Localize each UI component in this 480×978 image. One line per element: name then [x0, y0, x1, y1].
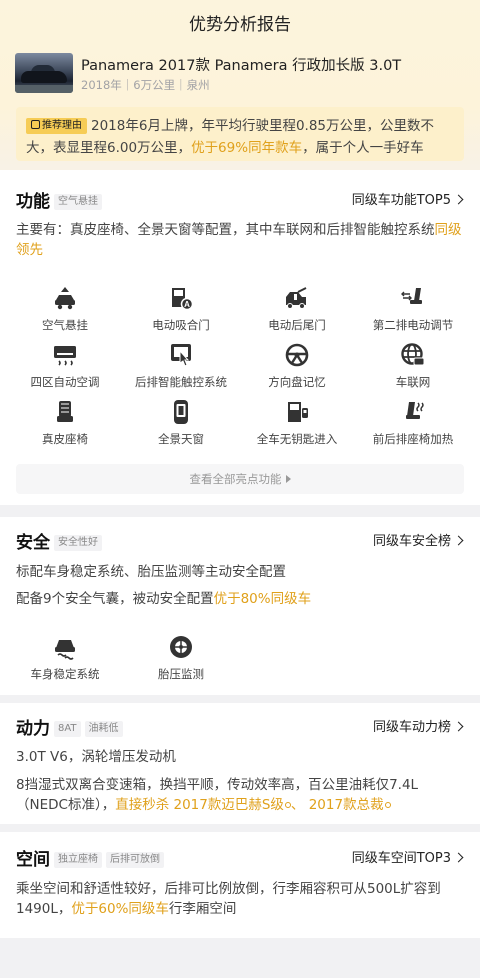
feature-soft-close-door[interactable]: A 电动吸合门 — [121, 285, 241, 333]
space-desc: 乘坐空间和舒适性较好，后排可比例放倒，行李厢容积可从500L扩容到1490L，优… — [16, 881, 441, 917]
feature-heated-seat[interactable]: 前后排座椅加热 — [353, 399, 473, 447]
feature-stability-control[interactable]: 车身稳定系统 — [5, 634, 125, 682]
chevron-right-icon — [453, 535, 464, 546]
page-title: 优势分析报告 — [189, 15, 291, 35]
soft-close-door-icon: A — [172, 288, 194, 311]
car-summary[interactable]: Panamera 2017款 Panamera 行政加长版 3.0T 2018年… — [15, 53, 465, 93]
feature-label: 电动后尾门 — [268, 318, 326, 332]
feature-label: 电动吸合门 — [152, 318, 210, 332]
recommend-highlight: 优于69%同年款车 — [191, 140, 303, 156]
keyless-door-icon — [288, 402, 308, 422]
space-section: 空间 独立座椅 后排可放倒 同级车空间TOP3 乘坐空间和舒适性较好，后排可比例放倒… — [0, 832, 480, 938]
tire-pressure-icon — [170, 636, 192, 658]
caret-right-icon — [285, 475, 291, 483]
view-all-features-button[interactable]: 查看全部亮点功能 — [16, 464, 464, 494]
recommend-badge: 推荐理由 — [26, 118, 87, 134]
feature-touch-control[interactable]: 后排智能触控系统 — [121, 342, 241, 390]
feature-label: 第二排电动调节 — [372, 318, 454, 332]
feature-leather-seat[interactable]: 真皮座椅 — [5, 399, 125, 447]
power-title: 动力 8AT 油耗低 — [16, 714, 123, 739]
feature-air-suspension[interactable]: 空气悬挂 — [5, 285, 125, 333]
space-tag-seats: 独立座椅 — [54, 852, 102, 868]
leather-seat-icon — [57, 401, 73, 422]
feature-label: 全景天窗 — [158, 432, 204, 446]
feature-label: 全车无钥匙进入 — [256, 432, 338, 446]
recommend-text-tail: ，属于个人一手好车 — [302, 140, 424, 156]
power-tailgate-icon — [286, 287, 307, 309]
function-tag: 空气悬挂 — [54, 194, 102, 210]
touch-control-icon — [171, 344, 191, 367]
globe-icon — [401, 343, 425, 366]
power-section: 动力 8AT 油耗低 同级车动力榜 3.0T V6，涡轮增压发动机 8挡湿式双离合变… — [0, 703, 480, 824]
stability-icon — [55, 640, 75, 660]
safety-line-1: 标配车身稳定系统、胎压监测等主动安全配置 — [16, 564, 286, 580]
safety-section: 安全 安全性好 同级车安全榜 标配车身稳定系统、胎压监测等主动安全配置 配备9个安… — [0, 517, 480, 695]
climate-icon — [54, 346, 76, 366]
feature-label: 车联网 — [395, 375, 431, 389]
function-title: 功能 空气悬挂 — [16, 187, 102, 212]
chevron-right-icon — [453, 194, 464, 205]
space-title: 空间 独立座椅 后排可放倒 — [16, 845, 164, 870]
feature-tire-pressure[interactable]: 胎压监测 — [121, 634, 241, 682]
function-section: 功能 空气悬挂 同级车功能TOP5 主要有：真皮座椅、全景天窗等配置，其中车联网和… — [0, 170, 480, 505]
heated-seat-icon — [406, 402, 424, 419]
feature-label: 胎压监测 — [158, 667, 204, 681]
compare-link-quattroporte[interactable]: 2017款总裁 — [309, 797, 391, 813]
chevron-right-icon — [453, 852, 464, 863]
power-tag-transmission: 8AT — [54, 721, 81, 737]
feature-label: 方向盘记忆 — [268, 375, 326, 389]
space-tag-fold: 后排可放倒 — [106, 852, 164, 868]
safety-line-2: 配备9个安全气囊，被动安全配置优于80%同级车 — [16, 591, 312, 607]
car-thumbnail — [15, 53, 73, 93]
steering-wheel-icon — [285, 343, 309, 367]
feature-label: 后排智能触控系统 — [135, 375, 227, 389]
feature-label: 前后排座椅加热 — [372, 432, 454, 446]
feature-sunroof[interactable]: 全景天窗 — [121, 399, 241, 447]
feature-second-row-seat[interactable]: 第二排电动调节 — [353, 285, 473, 333]
feature-connected-car[interactable]: 车联网 — [353, 342, 473, 390]
recommend-reason-box: 推荐理由 2018年6月上牌，年平均行驶里程0.85万公里，公里数不大，表显里程6… — [16, 107, 464, 161]
chevron-right-icon — [453, 721, 464, 732]
feature-label: 空气悬挂 — [42, 318, 88, 332]
search-icon — [384, 802, 391, 808]
power-tag-economy: 油耗低 — [84, 721, 123, 737]
feature-steering-memory[interactable]: 方向盘记忆 — [237, 342, 357, 390]
thumbs-up-icon — [31, 120, 40, 129]
compare-link-maybach[interactable]: 直接秒杀 2017款迈巴赫S级 — [115, 797, 291, 813]
feature-climate[interactable]: 四区自动空调 — [5, 342, 125, 390]
svg-text:A: A — [184, 300, 190, 309]
safety-ranking-link[interactable]: 同级车安全榜 — [373, 530, 464, 549]
feature-label: 真皮座椅 — [42, 432, 88, 446]
car-name: Panamera 2017款 Panamera 行政加长版 3.0T — [81, 58, 402, 74]
feature-label: 车身稳定系统 — [30, 667, 100, 681]
feature-power-tailgate[interactable]: 电动后尾门 — [237, 285, 357, 333]
car-meta: 2018年｜6万公里｜泉州 — [81, 78, 210, 92]
sunroof-icon — [174, 400, 188, 424]
space-top3-link[interactable]: 同级车空间TOP3 — [352, 847, 464, 866]
safety-tag: 安全性好 — [54, 535, 102, 551]
feature-label: 四区自动空调 — [30, 375, 100, 389]
function-desc: 主要有：真皮座椅、全景天窗等配置，其中车联网和后排智能触控系统同级领先 — [16, 222, 462, 258]
safety-title: 安全 安全性好 — [16, 528, 102, 553]
recommend-text: 推荐理由 2018年6月上牌，年平均行驶里程0.85万公里，公里数不大，表显里程6… — [26, 115, 456, 159]
air-suspension-icon — [55, 287, 75, 310]
power-line-2: 8挡湿式双离合变速箱，换挡平顺，传动效率高，百公里油耗仅7.4L（NEDC标准）… — [16, 777, 419, 813]
function-top5-link[interactable]: 同级车功能TOP5 — [352, 189, 464, 208]
second-row-seat-icon — [401, 288, 422, 304]
feature-keyless-entry[interactable]: 全车无钥匙进入 — [237, 399, 357, 447]
power-line-1: 3.0T V6，涡轮增压发动机 — [16, 749, 176, 765]
power-ranking-link[interactable]: 同级车动力榜 — [373, 716, 464, 735]
